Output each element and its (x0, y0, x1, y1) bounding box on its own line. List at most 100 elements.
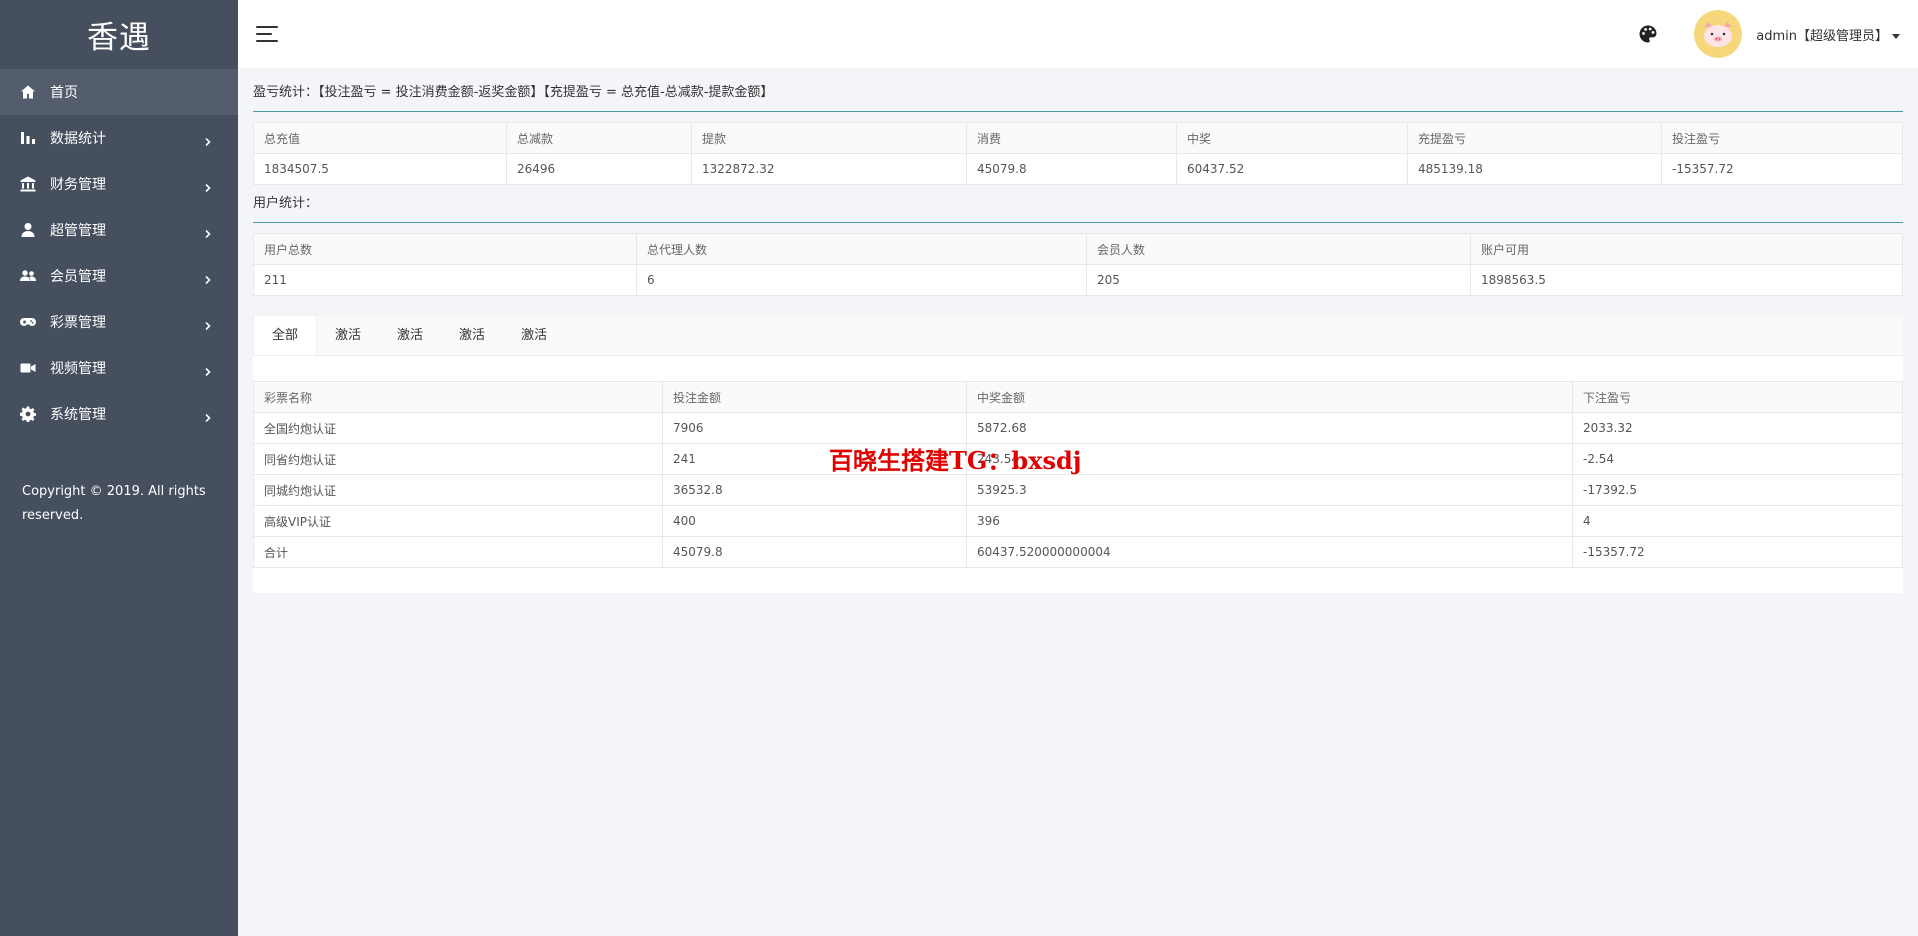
sidebar-item-label: 首页 (50, 85, 78, 101)
table-cell: -15357.72 (1572, 536, 1903, 568)
table-cell: 1322872.32 (691, 153, 967, 185)
table-row: 1834507.5 26496 1322872.32 45079.8 60437… (253, 153, 1903, 185)
copyright: Copyright © 2019. All rights reserved. (22, 484, 206, 523)
table-cell: 7906 (662, 412, 967, 444)
sidebar-item-video[interactable]: 视频管理 (0, 345, 238, 391)
logo: 香遇 (87, 20, 151, 56)
video-icon (20, 360, 36, 376)
column-header: 消费 (966, 122, 1177, 154)
table-cell: 1898563.5 (1470, 264, 1903, 296)
sidebar-item-members[interactable]: 会员管理 (0, 253, 238, 299)
sidebar-item-label: 财务管理 (50, 177, 106, 193)
sidebar-item-label: 视频管理 (50, 361, 106, 377)
gamepad-icon (20, 314, 36, 330)
chevron-right-icon (204, 134, 212, 147)
sidebar-item-lottery[interactable]: 彩票管理 (0, 299, 238, 345)
column-header: 充提盈亏 (1407, 122, 1662, 154)
column-header: 投注金额 (662, 381, 967, 413)
sidebar-item-label: 数据统计 (50, 131, 106, 147)
table-header-row: 彩票名称 投注金额 中奖金额 下注盈亏 (253, 381, 1903, 413)
table-cell: 36532.8 (662, 474, 967, 506)
table-cell: 53925.3 (966, 474, 1573, 506)
table-row: 211 6 205 1898563.5 (253, 264, 1903, 296)
panel-spacer (253, 356, 1903, 381)
table-cell: 同省约炮认证 (253, 443, 663, 475)
home-icon (20, 84, 36, 100)
table-row: 高级VIP认证 400 396 4 (253, 505, 1903, 537)
chevron-right-icon (204, 410, 212, 423)
sidebar-menu: 首页 数据统计 财务管理 超管管理 会员管理 彩票管理 视频管理 系统管理 (0, 69, 238, 437)
column-header: 中奖 (1176, 122, 1408, 154)
table-cell: 高级VIP认证 (253, 505, 663, 537)
main-content: 盈亏统计：【投注盈亏 = 投注消费金额-返奖金额】【充提盈亏 = 总充值-总减款… (253, 68, 1903, 593)
tab-all[interactable]: 全部 (253, 316, 318, 355)
table-cell: 485139.18 (1407, 153, 1662, 185)
column-header: 彩票名称 (253, 381, 663, 413)
table-cell: 60437.52 (1176, 153, 1408, 185)
table-cell: 396 (966, 505, 1573, 537)
panel-bottom (253, 568, 1903, 593)
sidebar: 香遇 首页 数据统计 财务管理 超管管理 会员管理 彩票管理 视频管理 系统管理… (0, 0, 238, 936)
column-header: 会员人数 (1086, 233, 1471, 265)
users-icon (20, 268, 36, 284)
caret-down-icon (1892, 33, 1900, 39)
table-cell: 4 (1572, 505, 1903, 537)
sidebar-item-label: 系统管理 (50, 407, 106, 423)
column-header: 提款 (691, 122, 967, 154)
sidebar-item-finance[interactable]: 财务管理 (0, 161, 238, 207)
palette-icon[interactable] (1638, 24, 1658, 44)
column-header: 投注盈亏 (1661, 122, 1903, 154)
app-layout: 香遇 首页 数据统计 财务管理 超管管理 会员管理 彩票管理 视频管理 系统管理… (0, 0, 1918, 936)
sidebar-item-admin[interactable]: 超管管理 (0, 207, 238, 253)
table-cell: 241 (662, 443, 967, 475)
column-header: 总代理人数 (636, 233, 1087, 265)
table-cell: 同城约炮认证 (253, 474, 663, 506)
user-stats-table: 用户总数 总代理人数 会员人数 账户可用 211 6 205 1898563.5 (253, 233, 1903, 296)
table-cell: 2033.32 (1572, 412, 1903, 444)
table-cell: 45079.8 (662, 536, 967, 568)
table-cell: -17392.5 (1572, 474, 1903, 506)
profit-table: 总充值 总减款 提款 消费 中奖 充提盈亏 投注盈亏 1834507.5 264… (253, 122, 1903, 185)
table-cell: 6 (636, 264, 1087, 296)
column-header: 总充值 (253, 122, 507, 154)
column-header: 账户可用 (1470, 233, 1903, 265)
table-header-row: 总充值 总减款 提款 消费 中奖 充提盈亏 投注盈亏 (253, 122, 1903, 154)
tab-active-4[interactable]: 激活 (503, 316, 565, 355)
header-right: admin【超级管理员】 (1638, 10, 1918, 58)
user-menu[interactable]: admin【超级管理员】 (1756, 25, 1900, 44)
chevron-right-icon (204, 364, 212, 377)
gear-icon (20, 406, 36, 422)
sidebar-item-label: 彩票管理 (50, 315, 106, 331)
sidebar-item-label: 会员管理 (50, 269, 106, 285)
table-row-total: 合计 45079.8 60437.520000000004 -15357.72 (253, 536, 1903, 568)
tab-active-3[interactable]: 激活 (441, 316, 503, 355)
table-row: 同城约炮认证 36532.8 53925.3 -17392.5 (253, 474, 1903, 506)
chevron-right-icon (204, 272, 212, 285)
table-cell: 合计 (253, 536, 663, 568)
profit-section-title: 盈亏统计：【投注盈亏 = 投注消费金额-返奖金额】【充提盈亏 = 总充值-总减款… (253, 68, 1903, 112)
sidebar-item-data-stats[interactable]: 数据统计 (0, 115, 238, 161)
column-header: 中奖金额 (966, 381, 1573, 413)
sidebar-item-home[interactable]: 首页 (0, 69, 238, 115)
sidebar-item-label: 超管管理 (50, 223, 106, 239)
user-section-title: 用户统计： (253, 185, 1903, 223)
table-cell: -2.54 (1572, 443, 1903, 475)
table-cell: 45079.8 (966, 153, 1177, 185)
table-cell: 60437.520000000004 (966, 536, 1573, 568)
table-cell: -15357.72 (1661, 153, 1903, 185)
table-cell: 243.54 (966, 443, 1573, 475)
lottery-table: 彩票名称 投注金额 中奖金额 下注盈亏 全国约炮认证 7906 5872.68 … (253, 381, 1903, 568)
tab-active-1[interactable]: 激活 (317, 316, 379, 355)
top-header: admin【超级管理员】 (238, 0, 1918, 68)
tab-bar: 全部 激活 激活 激活 激活 (253, 316, 1903, 356)
user-name: admin【超级管理员】 (1756, 28, 1888, 44)
lottery-panel: 全部 激活 激活 激活 激活 彩票名称 投注金额 中奖金额 下注盈亏 全国约炮认… (253, 316, 1903, 593)
table-cell: 5872.68 (966, 412, 1573, 444)
chevron-right-icon (204, 180, 212, 193)
table-row: 同省约炮认证 241 243.54 -2.54 (253, 443, 1903, 475)
table-cell: 400 (662, 505, 967, 537)
menu-icon[interactable] (256, 25, 278, 43)
avatar[interactable] (1694, 10, 1743, 58)
tab-active-2[interactable]: 激活 (379, 316, 441, 355)
sidebar-item-system[interactable]: 系统管理 (0, 391, 238, 437)
